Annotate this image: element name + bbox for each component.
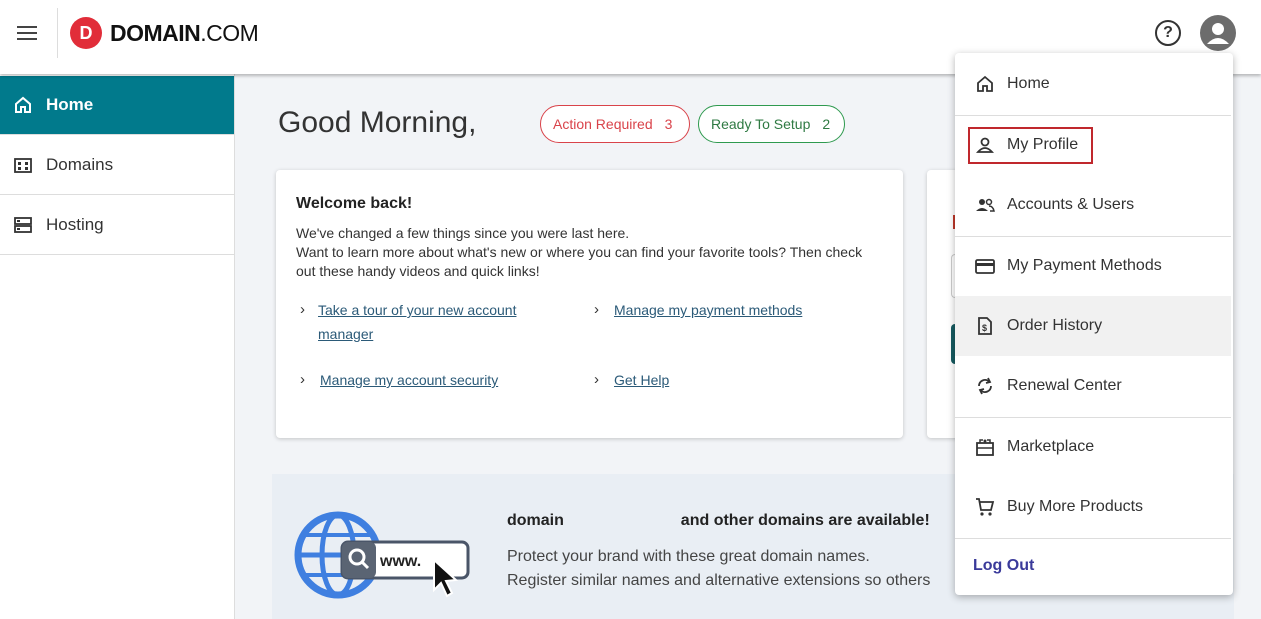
domain-com-logo[interactable]: D DOMAIN.COM	[70, 17, 259, 49]
promo-line-1: Protect your brand with these great doma…	[507, 548, 870, 565]
promo-title-end: and other domains are available!	[680, 512, 930, 529]
menu-item-label: My Payment Methods	[1007, 257, 1162, 274]
sidebar-item-domains[interactable]: Domains	[0, 135, 234, 195]
menu-item-label: Buy More Products	[1007, 498, 1144, 515]
account-dropdown-menu: Home My Profile Accounts & Users My Paym…	[955, 53, 1233, 595]
logo-suffix: .COM	[200, 19, 259, 46]
badge-label: Ready To Setup	[711, 116, 811, 132]
get-help-link[interactable]: Get Help	[614, 368, 669, 392]
chevron-right-icon: ›	[300, 301, 305, 318]
hamburger-menu-icon[interactable]	[14, 22, 40, 44]
quick-link: › Take a tour of your new account manage…	[300, 298, 550, 346]
menu-item-label: Renewal Center	[1007, 377, 1122, 394]
sidebar-item-hosting[interactable]: Hosting	[0, 195, 234, 255]
log-out-link[interactable]: Log Out	[973, 557, 1034, 575]
www-label: www.	[379, 553, 421, 570]
quick-link: › Get Help	[594, 368, 669, 392]
menu-item-label: My Profile	[1007, 136, 1079, 153]
users-icon	[975, 195, 995, 215]
promo-line-2: Register similar names and alternative e…	[507, 572, 931, 589]
menu-item-payment-methods[interactable]: My Payment Methods	[955, 236, 1231, 296]
badge-count: 3	[664, 116, 673, 132]
badge-count: 2	[822, 116, 831, 132]
chevron-right-icon: ›	[594, 301, 599, 318]
menu-item-label: Order History	[1007, 317, 1103, 334]
svg-text:$: $	[982, 323, 987, 333]
chevron-right-icon: ›	[594, 371, 599, 388]
menu-item-order-history[interactable]: $ Order History	[955, 296, 1231, 356]
welcome-line-2: Want to learn more about what's new or w…	[296, 244, 863, 279]
account-security-link[interactable]: Manage my account security	[320, 368, 498, 392]
welcome-line-1: We've changed a few things since you wer…	[296, 225, 630, 241]
credit-card-icon	[975, 256, 995, 276]
badge-label: Action Required	[553, 116, 653, 132]
receipt-icon: $	[975, 316, 995, 336]
sidebar: Home Domains Hosting	[0, 74, 235, 619]
menu-item-buy-more-products[interactable]: Buy More Products	[955, 477, 1231, 537]
ready-to-setup-badge[interactable]: Ready To Setup 2	[698, 105, 845, 143]
menu-item-label: Home	[1007, 75, 1050, 92]
home-icon	[12, 94, 34, 116]
header-divider	[57, 8, 58, 58]
welcome-title: Welcome back!	[296, 195, 413, 212]
quick-link: › Manage my account security	[300, 368, 498, 392]
menu-item-my-profile[interactable]: My Profile	[955, 115, 1231, 175]
logo-name: DOMAIN	[110, 19, 201, 46]
payment-methods-link[interactable]: Manage my payment methods	[614, 298, 802, 322]
page-greeting: Good Morning,	[278, 106, 477, 139]
menu-item-marketplace[interactable]: Marketplace	[955, 417, 1231, 477]
chevron-right-icon: ›	[300, 371, 305, 388]
renew-icon	[975, 376, 995, 396]
store-icon	[975, 437, 995, 457]
sidebar-item-label: Home	[46, 95, 94, 114]
hosting-icon	[12, 214, 34, 236]
welcome-card: Welcome back! We've changed a few things…	[276, 170, 903, 438]
menu-item-home[interactable]: Home	[955, 54, 1231, 114]
person-icon	[975, 135, 995, 155]
menu-item-renewal-center[interactable]: Renewal Center	[955, 356, 1231, 416]
menu-item-accounts-users[interactable]: Accounts & Users	[955, 175, 1231, 235]
menu-item-label: Marketplace	[1007, 438, 1095, 455]
promo-title-start: domain	[507, 512, 564, 529]
sidebar-item-label: Hosting	[46, 214, 104, 234]
logo-mark-icon: D	[70, 17, 102, 49]
sidebar-item-label: Domains	[46, 154, 114, 174]
user-avatar-icon[interactable]	[1200, 15, 1236, 51]
domains-icon	[12, 154, 34, 176]
menu-item-label: Accounts & Users	[1007, 196, 1135, 213]
action-required-badge[interactable]: Action Required 3	[540, 105, 690, 143]
help-icon[interactable]: ?	[1155, 20, 1181, 46]
home-icon	[975, 74, 995, 94]
quick-link: › Manage my payment methods	[594, 298, 802, 322]
sidebar-item-home[interactable]: Home	[0, 76, 234, 135]
promo-title: domain and other domains are available!	[507, 512, 930, 530]
globe-search-icon: www.	[294, 511, 470, 599]
tour-account-link[interactable]: Take a tour of your new account manager	[318, 298, 550, 346]
logo-text: DOMAIN.COM	[110, 19, 259, 47]
menu-divider	[955, 538, 1231, 539]
cart-icon	[975, 497, 995, 517]
